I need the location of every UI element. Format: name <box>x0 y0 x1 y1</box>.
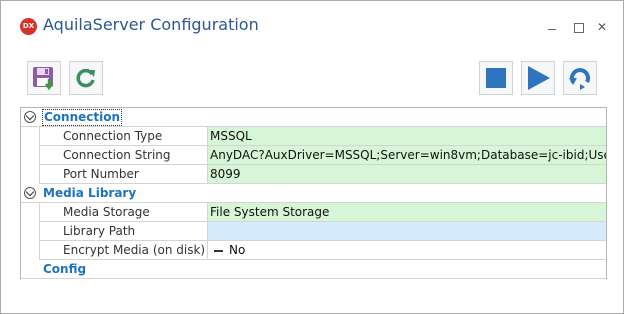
stop-icon <box>486 68 506 88</box>
property-row-media-storage[interactable]: Media Storage File System Storage <box>39 203 606 222</box>
restart-button[interactable] <box>563 61 597 95</box>
collapse-icon[interactable] <box>24 187 36 199</box>
property-name: Library Path <box>39 222 208 240</box>
category-label: Config <box>43 262 87 276</box>
refresh-icon <box>76 68 95 88</box>
property-row-port-number[interactable]: Port Number 8099 <box>39 165 606 184</box>
connection-type-value[interactable]: MSSQL <box>208 127 606 145</box>
property-name: Media Storage <box>39 203 208 221</box>
property-name: Connection Type <box>39 127 208 145</box>
start-button[interactable] <box>521 61 555 95</box>
property-row-connection-type[interactable]: Connection Type MSSQL <box>39 127 606 146</box>
refresh-button[interactable] <box>69 61 103 95</box>
save-button[interactable] <box>27 61 61 95</box>
title-bar: DX AquilaServer Configuration ✕ <box>1 1 623 53</box>
category-label: Connection <box>42 109 123 126</box>
library-path-value[interactable] <box>208 222 606 240</box>
configuration-window: DX AquilaServer Configuration ✕ Connecti… <box>0 0 624 314</box>
stop-button[interactable] <box>479 61 513 95</box>
property-name: Port Number <box>39 165 208 183</box>
encrypt-media-value[interactable]: No <box>208 241 606 259</box>
encrypt-media-label: No <box>229 243 246 257</box>
maximize-button[interactable] <box>571 20 585 34</box>
play-icon <box>528 66 550 90</box>
property-row-encrypt-media[interactable]: Encrypt Media (on disk) No <box>39 241 606 260</box>
connection-string-value[interactable]: AnyDAC?AuxDriver=MSSQL;Server=win8vm;Dat… <box>208 146 606 164</box>
toggle-off-indicator-icon <box>214 249 223 252</box>
save-icon <box>33 67 53 91</box>
category-label: Media Library <box>43 186 137 200</box>
collapse-icon[interactable] <box>24 111 36 123</box>
media-storage-value[interactable]: File System Storage <box>208 203 606 221</box>
close-button[interactable]: ✕ <box>595 20 609 34</box>
category-connection[interactable]: Connection <box>21 108 606 127</box>
property-row-connection-string[interactable]: Connection String AnyDAC?AuxDriver=MSSQL… <box>39 146 606 165</box>
property-grid: Connection Connection Type MSSQL Connect… <box>20 107 607 279</box>
category-media-library[interactable]: Media Library <box>21 184 606 203</box>
toolbar <box>27 61 602 95</box>
restart-icon <box>569 68 590 90</box>
category-config[interactable]: Config <box>21 260 606 279</box>
property-name: Connection String <box>39 146 208 164</box>
app-logo-icon: DX <box>20 18 37 35</box>
port-number-value[interactable]: 8099 <box>208 165 606 183</box>
property-row-library-path[interactable]: Library Path <box>39 222 606 241</box>
window-title: AquilaServer Configuration <box>43 15 259 34</box>
minimize-button[interactable] <box>545 20 559 34</box>
property-name: Encrypt Media (on disk) <box>39 241 208 259</box>
